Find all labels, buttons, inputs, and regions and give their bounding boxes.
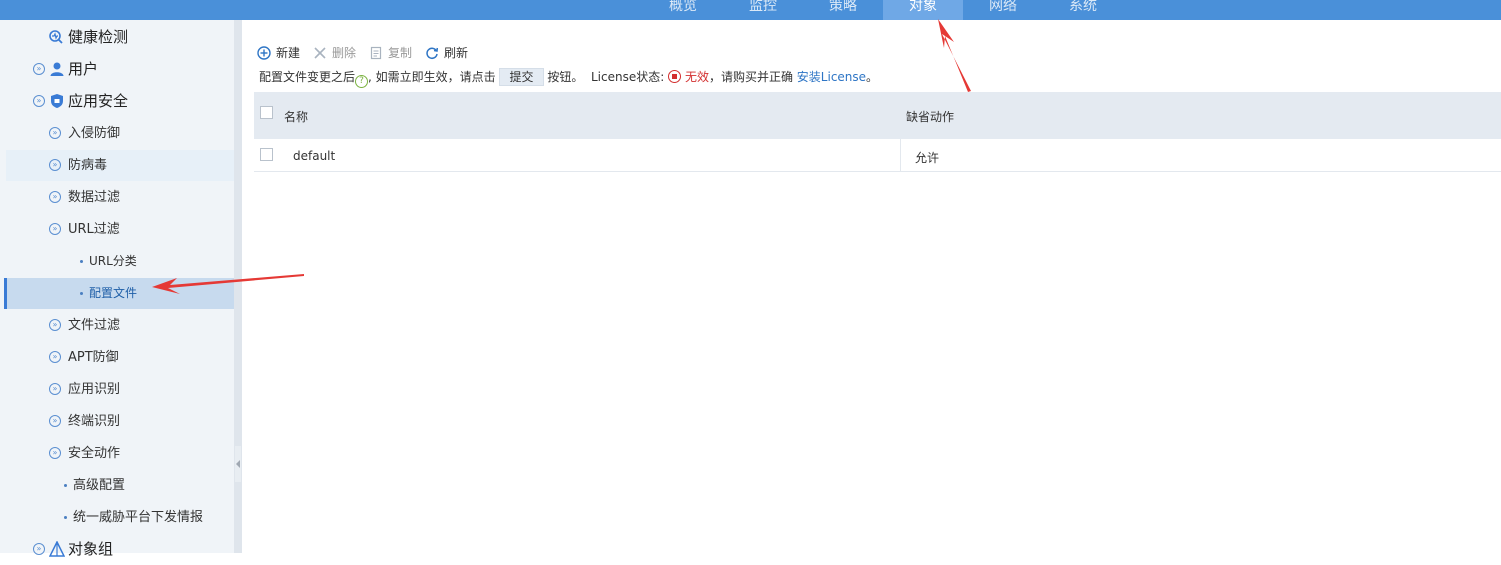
expand-icon[interactable]: » — [49, 351, 61, 363]
notice-bar: 配置文件变更之后?, 如需立即生效，请点击 提交 按钮。 License状态: … — [259, 68, 879, 88]
expand-icon[interactable]: » — [49, 383, 61, 395]
sidebar-item-label: 数据过滤 — [68, 190, 121, 205]
sidebar-item-apt-defense[interactable]: » APT防御 — [0, 342, 236, 373]
help-icon[interactable]: ? — [355, 75, 369, 88]
sidebar: 健康检测 » 用户 » 应用安全 » 入侵防御 » 防病毒 » 数据过滤 » U… — [0, 20, 236, 558]
expand-icon[interactable]: » — [33, 63, 45, 75]
sidebar-item-profile[interactable]: 配置文件 — [4, 278, 235, 309]
sidebar-item-advanced-config[interactable]: 高级配置 — [0, 470, 236, 501]
bullet-icon — [80, 292, 83, 295]
sidebar-item-label: 防病毒 — [68, 158, 108, 173]
sidebar-item-url-category[interactable]: URL分类 — [0, 246, 236, 277]
sidebar-item-file-filter[interactable]: » 文件过滤 — [0, 310, 236, 341]
notice-text: ，请购买并正确 — [708, 70, 793, 84]
user-icon — [50, 62, 64, 76]
collapse-icon[interactable]: » — [33, 95, 45, 107]
bullet-icon — [80, 260, 83, 263]
invalid-status-icon — [668, 70, 682, 83]
sidebar-item-label: 终端识别 — [68, 414, 121, 429]
sidebar-item-data-filter[interactable]: » 数据过滤 — [0, 182, 236, 213]
column-header-name[interactable]: 名称 — [284, 108, 308, 125]
submit-button[interactable]: 提交 — [499, 68, 544, 86]
sidebar-item-antivirus[interactable]: » 防病毒 — [6, 150, 235, 181]
sidebar-item-label: 对象组 — [68, 540, 114, 558]
sidebar-item-label: 应用识别 — [68, 382, 121, 397]
notice-text: 。 — [866, 70, 879, 84]
add-icon — [257, 46, 271, 60]
sidebar-item-label: 高级配置 — [73, 478, 126, 493]
sidebar-splitter[interactable] — [234, 20, 242, 553]
tab-overview[interactable]: 概览 — [643, 0, 723, 20]
expand-icon[interactable]: » — [49, 159, 61, 171]
sidebar-item-object-group[interactable]: » 对象组 — [0, 534, 236, 565]
sidebar-item-label: 健康检测 — [68, 28, 129, 46]
expand-icon[interactable]: » — [49, 415, 61, 427]
object-group-icon — [49, 541, 65, 557]
bullet-icon — [64, 516, 67, 519]
copy-label: 复制 — [388, 46, 413, 60]
sidebar-item-threat-intel[interactable]: 统一威胁平台下发情报 — [0, 502, 236, 533]
sidebar-item-app-security[interactable]: » 应用安全 — [0, 86, 236, 117]
sidebar-item-label: 用户 — [68, 60, 99, 78]
tab-object[interactable]: 对象 — [883, 0, 963, 20]
sidebar-item-label: 统一威胁平台下发情报 — [73, 510, 204, 525]
row-checkbox[interactable] — [260, 148, 273, 161]
cell-name: default — [293, 149, 336, 163]
copy-button[interactable]: 复制 — [369, 44, 417, 62]
refresh-icon — [426, 47, 439, 60]
expand-icon[interactable]: » — [49, 127, 61, 139]
sidebar-item-label: APT防御 — [68, 350, 119, 365]
table-header: 名称 缺省动作 — [254, 92, 1501, 139]
shield-icon — [51, 94, 63, 108]
expand-icon[interactable]: » — [49, 191, 61, 203]
tab-monitor[interactable]: 监控 — [723, 0, 803, 20]
sidebar-item-user[interactable]: » 用户 — [0, 54, 236, 85]
bullet-icon — [64, 484, 67, 487]
sidebar-item-label: 安全动作 — [68, 446, 121, 461]
sidebar-item-url-filter[interactable]: » URL过滤 — [0, 214, 236, 245]
column-divider — [900, 139, 901, 172]
sidebar-item-label: 配置文件 — [89, 286, 138, 300]
copy-icon — [370, 46, 382, 60]
sidebar-item-label: 入侵防御 — [68, 126, 121, 141]
table-row[interactable]: default 允许 — [254, 139, 1501, 172]
collapse-sidebar-handle[interactable] — [235, 446, 241, 482]
notice-text: 配置文件变更之后 — [259, 70, 356, 84]
sidebar-item-app-identification[interactable]: » 应用识别 — [0, 374, 236, 405]
sidebar-item-label: URL分类 — [89, 254, 137, 268]
new-button[interactable]: 新建 — [257, 44, 305, 62]
top-nav: 概览 监控 策略 对象 网络 系统 — [0, 0, 1501, 20]
tab-policy[interactable]: 策略 — [803, 0, 883, 20]
delete-icon — [314, 47, 326, 59]
sidebar-item-label: 应用安全 — [68, 92, 129, 110]
notice-text: , 如需立即生效，请点击 — [368, 70, 496, 84]
select-all-checkbox[interactable] — [260, 106, 273, 119]
sidebar-item-label: 文件过滤 — [68, 318, 121, 333]
tab-network[interactable]: 网络 — [963, 0, 1043, 20]
expand-icon[interactable]: » — [49, 319, 61, 331]
license-label: License状态: — [590, 70, 665, 84]
main-panel: 新建 删除 复制 刷新 配置文件变更之后?, 如需立即生效，请点击 提交 按钮。… — [243, 31, 1501, 553]
column-header-default-action[interactable]: 缺省动作 — [906, 108, 954, 125]
sidebar-item-intrusion-prevention[interactable]: » 入侵防御 — [0, 118, 236, 149]
install-license-link[interactable]: 安装License — [797, 70, 866, 84]
collapse-icon[interactable]: » — [49, 223, 61, 235]
new-label: 新建 — [276, 46, 301, 60]
sidebar-item-endpoint-identification[interactable]: » 终端识别 — [0, 406, 236, 437]
refresh-button[interactable]: 刷新 — [425, 44, 473, 62]
cell-default-action: 允许 — [915, 151, 940, 165]
sidebar-item-health-check[interactable]: 健康检测 — [0, 22, 236, 53]
sidebar-item-label: URL过滤 — [68, 222, 120, 237]
refresh-label: 刷新 — [444, 46, 469, 60]
license-status: 无效 — [684, 70, 709, 84]
health-check-icon — [49, 30, 63, 44]
sidebar-item-security-action[interactable]: » 安全动作 — [0, 438, 236, 469]
notice-text: 按钮。 — [547, 70, 584, 84]
tab-system[interactable]: 系统 — [1043, 0, 1123, 20]
delete-label: 删除 — [332, 46, 357, 60]
delete-button[interactable]: 删除 — [313, 44, 361, 62]
expand-icon[interactable]: » — [33, 543, 45, 555]
expand-icon[interactable]: » — [49, 447, 61, 459]
